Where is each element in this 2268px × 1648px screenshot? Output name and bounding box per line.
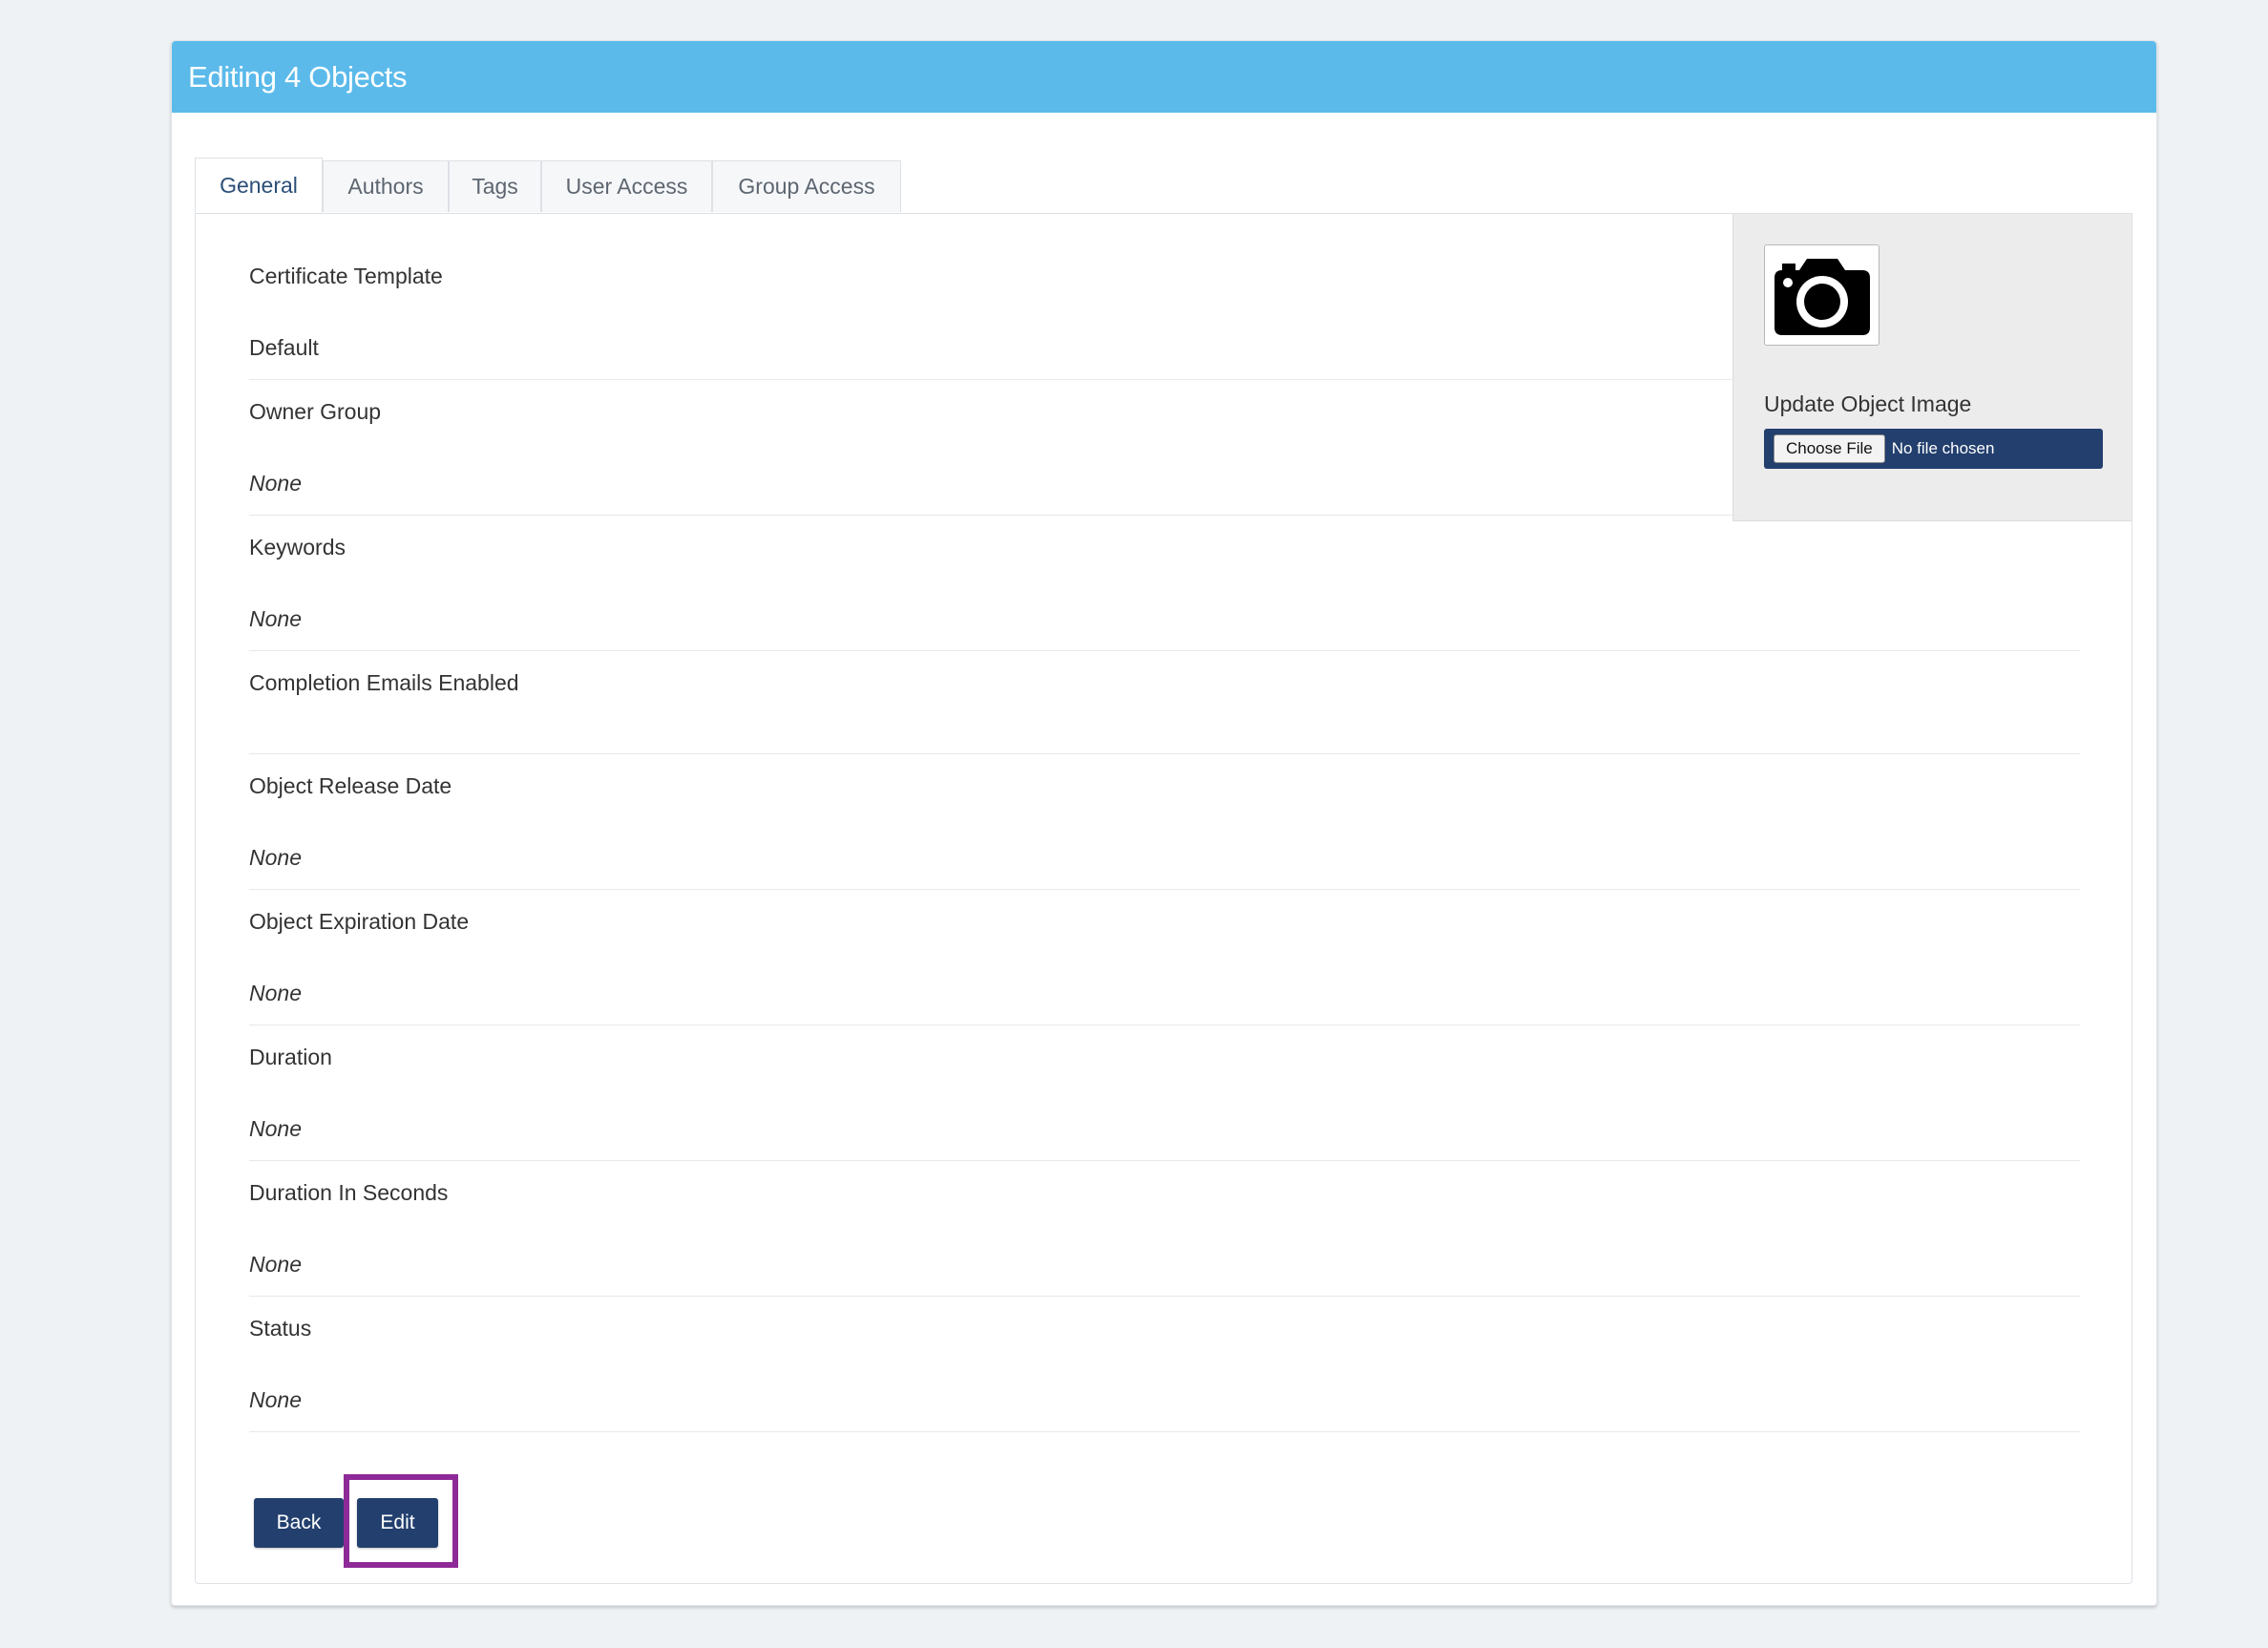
- field-completion-emails-enabled: Completion Emails Enabled: [249, 651, 2080, 754]
- field-duration: Duration None: [249, 1025, 2080, 1161]
- tab-user-access[interactable]: User Access: [541, 160, 712, 212]
- field-owner-group: Owner Group None: [249, 380, 1740, 516]
- field-status: Status None: [249, 1297, 2080, 1432]
- tab-tags[interactable]: Tags: [449, 160, 541, 212]
- general-tab-content: Update Object Image Choose File No file …: [195, 213, 2132, 1584]
- field-value: None: [249, 1116, 302, 1141]
- field-value: None: [249, 845, 302, 870]
- field-value: None: [249, 1252, 302, 1277]
- field-label: Duration: [249, 1045, 332, 1069]
- back-button[interactable]: Back: [254, 1498, 344, 1548]
- field-label: Status: [249, 1316, 312, 1341]
- tab-group-access[interactable]: Group Access: [712, 160, 901, 212]
- field-label: Object Expiration Date: [249, 909, 470, 934]
- tab-bar: General Authors Tags User Access Group A…: [195, 158, 901, 213]
- field-label: Object Release Date: [249, 773, 452, 798]
- editing-panel: Editing 4 Objects General Authors Tags U…: [171, 40, 2157, 1606]
- object-image-thumbnail: [1764, 244, 1880, 346]
- field-label: Completion Emails Enabled: [249, 670, 519, 695]
- field-certificate-template: Certificate Template Default: [249, 214, 1740, 380]
- field-value: None: [249, 1387, 302, 1412]
- field-value: Default: [249, 335, 319, 360]
- choose-file-button[interactable]: Choose File: [1774, 434, 1885, 463]
- tab-general[interactable]: General: [195, 158, 323, 213]
- field-object-release-date: Object Release Date None: [249, 754, 2080, 890]
- field-value: None: [249, 471, 302, 496]
- edit-button-highlight: [344, 1474, 458, 1568]
- field-value: None: [249, 981, 302, 1005]
- field-object-expiration-date: Object Expiration Date None: [249, 890, 2080, 1025]
- camera-icon: [1774, 259, 1870, 335]
- field-label: Certificate Template: [249, 264, 443, 288]
- field-value: None: [249, 606, 302, 631]
- object-image-file-input[interactable]: Choose File No file chosen: [1764, 429, 2103, 469]
- field-duration-in-seconds: Duration In Seconds None: [249, 1161, 2080, 1297]
- field-label: Duration In Seconds: [249, 1180, 449, 1205]
- field-keywords: Keywords None: [249, 516, 2080, 651]
- panel-title: Editing 4 Objects: [188, 59, 408, 94]
- file-status-text: No file chosen: [1891, 439, 1995, 457]
- object-image-panel: Update Object Image Choose File No file …: [1732, 214, 2132, 521]
- tab-authors[interactable]: Authors: [323, 160, 449, 212]
- update-image-label: Update Object Image: [1764, 391, 1972, 416]
- panel-header: Editing 4 Objects: [172, 41, 2156, 113]
- field-label: Owner Group: [249, 399, 382, 424]
- field-label: Keywords: [249, 535, 346, 560]
